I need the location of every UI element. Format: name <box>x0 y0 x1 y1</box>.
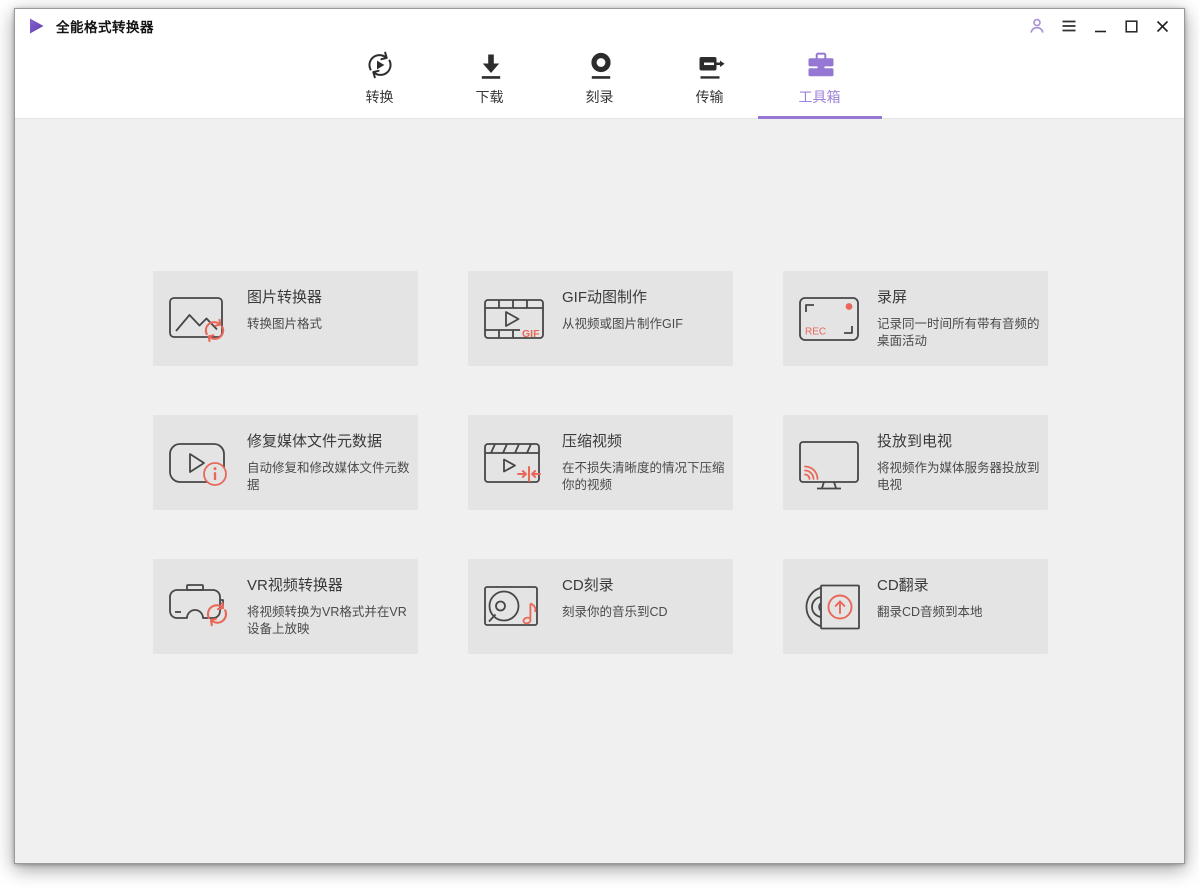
card-title: 录屏 <box>877 289 908 306</box>
card-desc: 转换图片格式 <box>247 317 323 331</box>
video-compressor-icon <box>482 436 546 490</box>
svg-text:REC: REC <box>805 326 826 337</box>
card-video-compressor[interactable]: 压缩视频 在不损失清晰度的情况下压缩你的视频 <box>468 415 733 510</box>
card-title: VR视频转换器 <box>247 577 343 594</box>
card-desc: 翻录CD音频到本地 <box>877 605 983 619</box>
svg-text:GIF: GIF <box>522 328 540 340</box>
card-title: GIF动图制作 <box>562 289 647 306</box>
cast-to-tv-icon <box>797 436 861 490</box>
card-desc: 将视频作为媒体服务器投放到电视 <box>877 461 1040 492</box>
card-title: CD翻录 <box>877 577 929 594</box>
card-screen-recorder[interactable]: REC 录屏 记录同一时间所有带有音频的桌面活动 <box>783 271 1048 366</box>
screen-recorder-icon: REC <box>797 292 861 346</box>
convert-icon <box>365 50 395 80</box>
vr-converter-icon <box>167 580 231 634</box>
titlebar-controls <box>1028 17 1171 35</box>
app-header: 全能格式转换器 转换 下载 刻录 传输 工具箱 <box>15 9 1184 119</box>
card-cast-to-tv[interactable]: 投放到电视 将视频作为媒体服务器投放到电视 <box>783 415 1048 510</box>
card-desc: 在不损失清晰度的情况下压缩你的视频 <box>562 461 725 492</box>
main-nav: 转换 下载 刻录 传输 工具箱 <box>15 43 1184 119</box>
app-window: 全能格式转换器 转换 下载 刻录 传输 工具箱 图片转换器 转换图片格式 GIF… <box>14 8 1185 864</box>
card-desc: 记录同一时间所有带有音频的桌面活动 <box>877 317 1040 348</box>
card-title: 投放到电视 <box>877 433 953 450</box>
card-cd-ripper[interactable]: CD翻录 翻录CD音频到本地 <box>783 559 1048 654</box>
app-logo-icon <box>27 16 47 36</box>
card-title: 图片转换器 <box>247 289 323 306</box>
cd-ripper-icon <box>797 580 861 634</box>
toolbox-icon <box>805 50 835 80</box>
card-desc: 自动修复和修改媒体文件元数据 <box>247 461 410 492</box>
tab-convert[interactable]: 转换 <box>325 43 435 119</box>
card-title: 修复媒体文件元数据 <box>247 433 383 450</box>
card-desc: 将视频转换为VR格式并在VR设备上放映 <box>247 605 407 636</box>
user-account-icon[interactable] <box>1028 17 1046 35</box>
card-title: CD刻录 <box>562 577 614 594</box>
app-title: 全能格式转换器 <box>56 20 154 35</box>
image-converter-icon <box>167 292 231 346</box>
cd-burner-icon <box>482 580 546 634</box>
metadata-fixer-icon <box>167 436 231 490</box>
tab-transfer[interactable]: 传输 <box>655 43 765 119</box>
gif-maker-icon: GIF <box>482 292 546 346</box>
tab-label: 工具箱 <box>798 89 841 105</box>
transfer-icon <box>695 50 725 80</box>
card-title: 压缩视频 <box>562 433 623 450</box>
toolbox-panel: 图片转换器 转换图片格式 GIF GIF动图制作 从视频或图片制作GIF REC… <box>15 119 1184 863</box>
burn-icon <box>585 50 615 80</box>
minimize-icon[interactable] <box>1092 18 1109 35</box>
close-icon[interactable] <box>1154 18 1171 35</box>
card-vr-converter[interactable]: VR视频转换器 将视频转换为VR格式并在VR设备上放映 <box>153 559 418 654</box>
tab-download[interactable]: 下载 <box>435 43 545 119</box>
card-image-converter[interactable]: 图片转换器 转换图片格式 <box>153 271 418 366</box>
card-desc: 刻录你的音乐到CD <box>562 605 668 619</box>
toolbox-grid: 图片转换器 转换图片格式 GIF GIF动图制作 从视频或图片制作GIF REC… <box>153 271 1048 654</box>
tab-burn[interactable]: 刻录 <box>545 43 655 119</box>
maximize-icon[interactable] <box>1123 18 1140 35</box>
tab-label: 传输 <box>695 89 724 105</box>
tab-label: 刻录 <box>585 89 614 105</box>
tab-toolbox[interactable]: 工具箱 <box>757 43 882 119</box>
card-desc: 从视频或图片制作GIF <box>562 317 683 331</box>
card-gif-maker[interactable]: GIF GIF动图制作 从视频或图片制作GIF <box>468 271 733 366</box>
menu-icon[interactable] <box>1060 17 1078 35</box>
tab-label: 转换 <box>365 89 394 105</box>
card-metadata-fixer[interactable]: 修复媒体文件元数据 自动修复和修改媒体文件元数据 <box>153 415 418 510</box>
download-icon <box>475 50 505 80</box>
tab-label: 下载 <box>475 89 504 105</box>
titlebar: 全能格式转换器 <box>15 9 1184 43</box>
card-cd-burner[interactable]: CD刻录 刻录你的音乐到CD <box>468 559 733 654</box>
